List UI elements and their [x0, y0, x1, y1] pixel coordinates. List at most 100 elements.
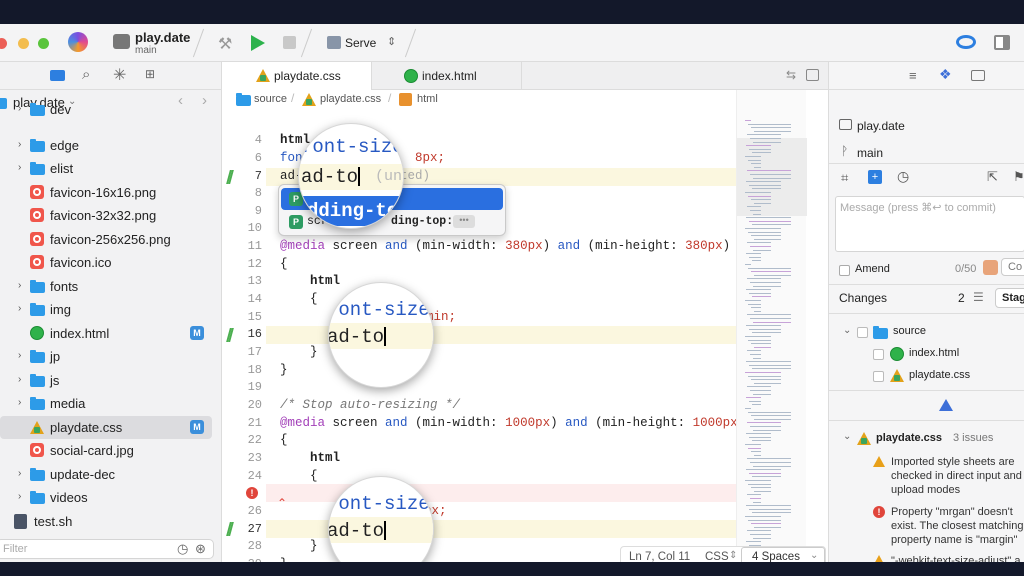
issues-icon[interactable]: [939, 399, 953, 411]
chevron-right-icon[interactable]: ›: [18, 374, 21, 385]
minimap[interactable]: [736, 90, 807, 562]
sidebar-item-elist[interactable]: › elist: [0, 157, 222, 180]
indent-select[interactable]: 4 Spaces ⌄: [741, 547, 825, 562]
related-items-icon[interactable]: ⇆: [786, 68, 796, 82]
sidebar-item-favicon-ico[interactable]: favicon.ico: [0, 251, 222, 274]
search-icon[interactable]: ⌕: [82, 66, 90, 83]
grid-icon[interactable]: ⊞: [145, 67, 155, 81]
chevron-right-icon[interactable]: ›: [18, 303, 21, 314]
language-mode[interactable]: CSS: [705, 551, 729, 562]
chevron-right-icon[interactable]: ›: [18, 162, 21, 173]
stage-checkbox[interactable]: [857, 327, 868, 338]
repo-name[interactable]: play.date: [857, 119, 905, 133]
split-editor-icon[interactable]: [806, 69, 819, 81]
branch-name[interactable]: main: [135, 45, 157, 56]
issue-item[interactable]: Imported style sheets are checked in dir…: [891, 455, 1024, 497]
sidebar-item-edge[interactable]: › edge: [0, 134, 222, 157]
stop-button[interactable]: [283, 36, 296, 49]
issue-item[interactable]: "-webkit-text-size-adjust" a vendor exte…: [891, 554, 1024, 562]
changed-file[interactable]: index.html: [909, 347, 959, 359]
zoom-window-button[interactable]: [38, 38, 49, 49]
stage-checkbox[interactable]: [873, 371, 884, 382]
flag-icon[interactable]: ⚑: [1013, 169, 1024, 185]
code-line[interactable]: }: [280, 345, 318, 359]
filter-options-icon[interactable]: ⊛: [195, 541, 206, 557]
chevron-right-icon[interactable]: ›: [18, 139, 21, 150]
run-button[interactable]: [251, 35, 265, 51]
close-window-button[interactable]: [0, 38, 7, 49]
code-line[interactable]: html: [280, 274, 340, 288]
panel-icon[interactable]: [971, 70, 985, 81]
inspector-icon[interactable]: ≡: [909, 68, 917, 83]
error-marker-icon[interactable]: !: [246, 487, 258, 499]
code-line[interactable]: {: [280, 257, 288, 271]
issues-file[interactable]: playdate.css: [876, 432, 942, 444]
minimize-window-button[interactable]: [18, 38, 29, 49]
chevron-down-icon[interactable]: ⌄: [843, 325, 851, 336]
sidebar-item-favicon-16x16-png[interactable]: favicon-16x16.png: [0, 181, 222, 204]
chevron-right-icon[interactable]: ›: [18, 350, 21, 361]
sidebar-item-social-card-jpg[interactable]: social-card.jpg: [0, 439, 222, 462]
sidebar-item-dev[interactable]: › dev: [0, 98, 222, 121]
code-line[interactable]: {: [280, 433, 288, 447]
sidebar-item-js[interactable]: › js: [0, 369, 222, 392]
chevron-updown-icon[interactable]: ⇕: [387, 35, 396, 48]
code-comment[interactable]: /* Stop auto-resizing */: [280, 398, 460, 412]
list-icon[interactable]: ☰: [973, 290, 984, 304]
layout-toggle-icon[interactable]: [994, 35, 1010, 50]
sidebar-item-media[interactable]: › media: [0, 392, 222, 415]
sidebar-item-img[interactable]: › img: [0, 298, 222, 321]
git-icon[interactable]: ❖: [939, 66, 952, 83]
code-line[interactable]: }: [280, 557, 288, 562]
commit-button[interactable]: Co: [1001, 258, 1024, 276]
breadcrumb-item[interactable]: playdate.css: [320, 93, 381, 105]
clock-icon[interactable]: ◷: [177, 541, 188, 557]
amend-checkbox[interactable]: [839, 265, 850, 276]
code-line[interactable]: {: [280, 292, 318, 306]
code-line[interactable]: }: [280, 363, 288, 377]
more-icon[interactable]: •••: [453, 215, 475, 228]
chevron-right-icon[interactable]: ›: [18, 397, 21, 408]
cursor-position[interactable]: Ln 7, Col 11: [629, 551, 690, 562]
changed-folder[interactable]: source: [893, 325, 926, 337]
commit-message-input[interactable]: Message (press ⌘↩ to commit): [835, 196, 1024, 252]
stage-checkbox[interactable]: [873, 349, 884, 360]
sidebar-item-fonts[interactable]: › fonts: [0, 275, 222, 298]
chevron-right-icon[interactable]: ›: [18, 280, 21, 291]
code-line[interactable]: @media screen and (min-width: 1000px) an…: [280, 416, 745, 430]
run-target-label[interactable]: Serve: [345, 36, 376, 50]
code-line[interactable]: }: [280, 539, 318, 553]
pull-request-icon[interactable]: ⇱: [987, 169, 998, 185]
folder-tab-icon[interactable]: [50, 70, 65, 81]
sidebar-item-videos[interactable]: › videos: [0, 486, 222, 509]
tab-index-html[interactable]: index.html: [372, 62, 522, 90]
hammer-icon[interactable]: ⚒: [218, 34, 232, 54]
tab-playdate-css[interactable]: playdate.css: [222, 62, 372, 90]
sidebar-item-favicon-256x256-png[interactable]: favicon-256x256.png: [0, 228, 222, 251]
commit-plus-icon[interactable]: +: [868, 170, 882, 184]
sidebar-item-index-html[interactable]: index.html M: [0, 322, 222, 345]
breadcrumb-item[interactable]: source: [254, 93, 287, 105]
chevron-right-icon[interactable]: ›: [18, 468, 21, 479]
project-name[interactable]: play.date: [135, 30, 190, 45]
changed-file[interactable]: playdate.css: [909, 369, 970, 381]
chevron-down-icon[interactable]: ⌄: [843, 431, 851, 442]
code-line[interactable]: html: [280, 451, 340, 465]
grid-icon[interactable]: ⌗: [841, 170, 848, 186]
sidebar-item-playdate-css[interactable]: playdate.css M: [0, 415, 212, 439]
chevron-right-icon[interactable]: ›: [18, 491, 21, 502]
symbols-icon[interactable]: ✳: [113, 65, 126, 85]
code-line[interactable]: @media screen and (min-width: 380px) and…: [280, 239, 730, 253]
sidebar-item-favicon-32x32-png[interactable]: favicon-32x32.png: [0, 204, 222, 227]
breadcrumb-item[interactable]: html: [417, 93, 438, 105]
preview-eye-icon[interactable]: [956, 35, 976, 49]
stage-button[interactable]: Stag: [995, 288, 1024, 308]
sidebar-item-test-sh[interactable]: test.sh: [0, 510, 222, 533]
sidebar-item-jp[interactable]: › jp: [0, 345, 222, 368]
chevron-right-icon[interactable]: ›: [18, 103, 21, 114]
issue-item[interactable]: Property "mrgan" doesn't exist. The clos…: [891, 505, 1024, 547]
branch-name[interactable]: main: [857, 146, 883, 160]
filter-field[interactable]: Filter ◷ ⊛: [0, 539, 214, 559]
history-icon[interactable]: ◷: [897, 168, 909, 185]
code-line[interactable]: {: [280, 469, 318, 483]
